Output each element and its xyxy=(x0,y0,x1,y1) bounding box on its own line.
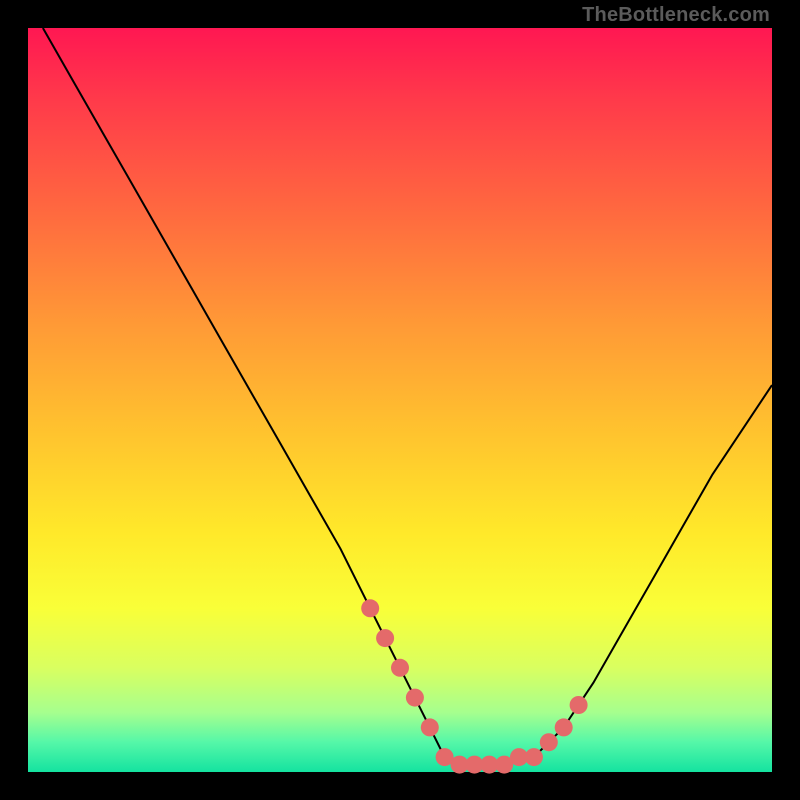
highlight-marker xyxy=(391,659,409,677)
chart-frame: TheBottleneck.com xyxy=(0,0,800,800)
highlight-marker xyxy=(525,748,543,766)
highlight-marker xyxy=(540,733,558,751)
attribution-text: TheBottleneck.com xyxy=(582,4,770,27)
highlight-marker xyxy=(570,696,588,714)
highlight-marker xyxy=(361,599,379,617)
highlight-marker xyxy=(406,689,424,707)
highlight-markers xyxy=(361,599,587,773)
highlight-marker xyxy=(555,718,573,736)
chart-overlay xyxy=(28,28,772,772)
bottleneck-curve xyxy=(43,28,772,765)
highlight-marker xyxy=(376,629,394,647)
highlight-marker xyxy=(421,718,439,736)
